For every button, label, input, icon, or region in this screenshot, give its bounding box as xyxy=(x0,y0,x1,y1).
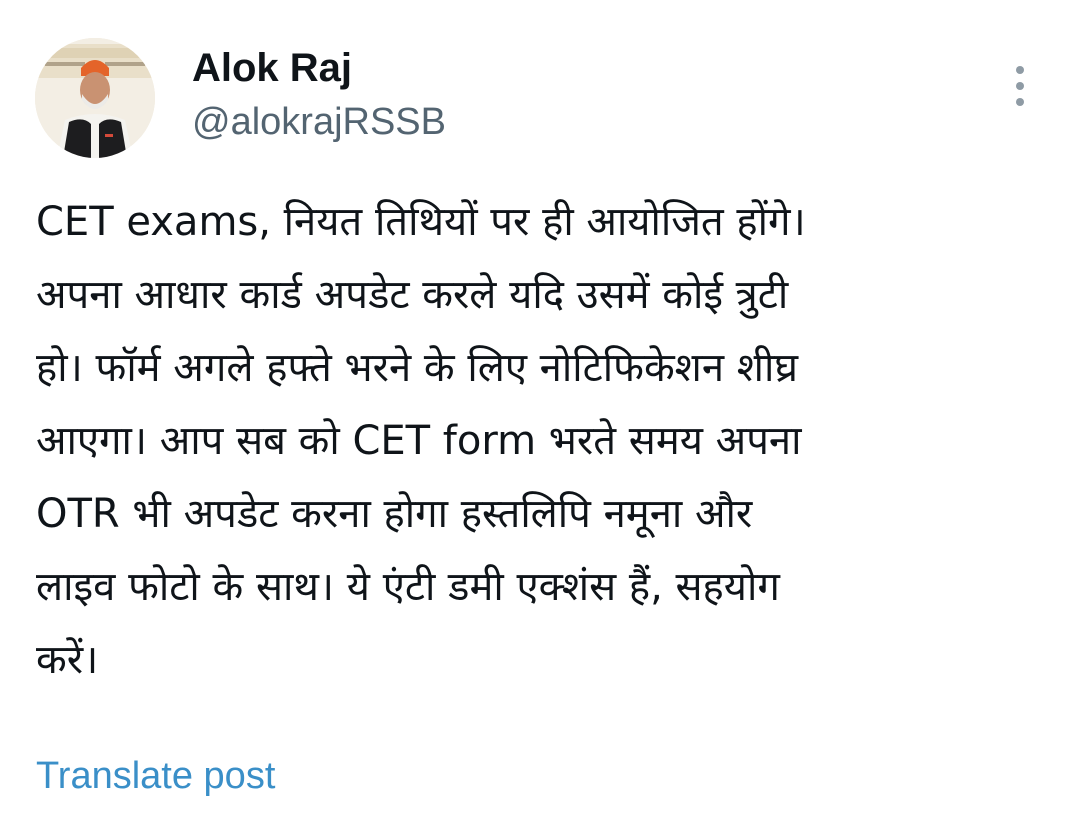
more-options-button[interactable] xyxy=(1000,60,1040,112)
post-text: CET exams, नियत तिथियों पर ही आयोजित हों… xyxy=(36,199,806,683)
profile-photo xyxy=(35,38,155,158)
author-display-name[interactable]: Alok Raj xyxy=(192,44,352,92)
tweet-post: Alok Raj @alokrajRSSB CET exams, नियत ति… xyxy=(0,0,1080,833)
author-handle[interactable]: @alokrajRSSB xyxy=(192,98,446,146)
more-vertical-icon xyxy=(1016,98,1024,106)
more-vertical-icon xyxy=(1016,82,1024,90)
more-vertical-icon xyxy=(1016,66,1024,74)
translate-post-link[interactable]: Translate post xyxy=(36,752,275,800)
avatar[interactable] xyxy=(35,38,155,158)
